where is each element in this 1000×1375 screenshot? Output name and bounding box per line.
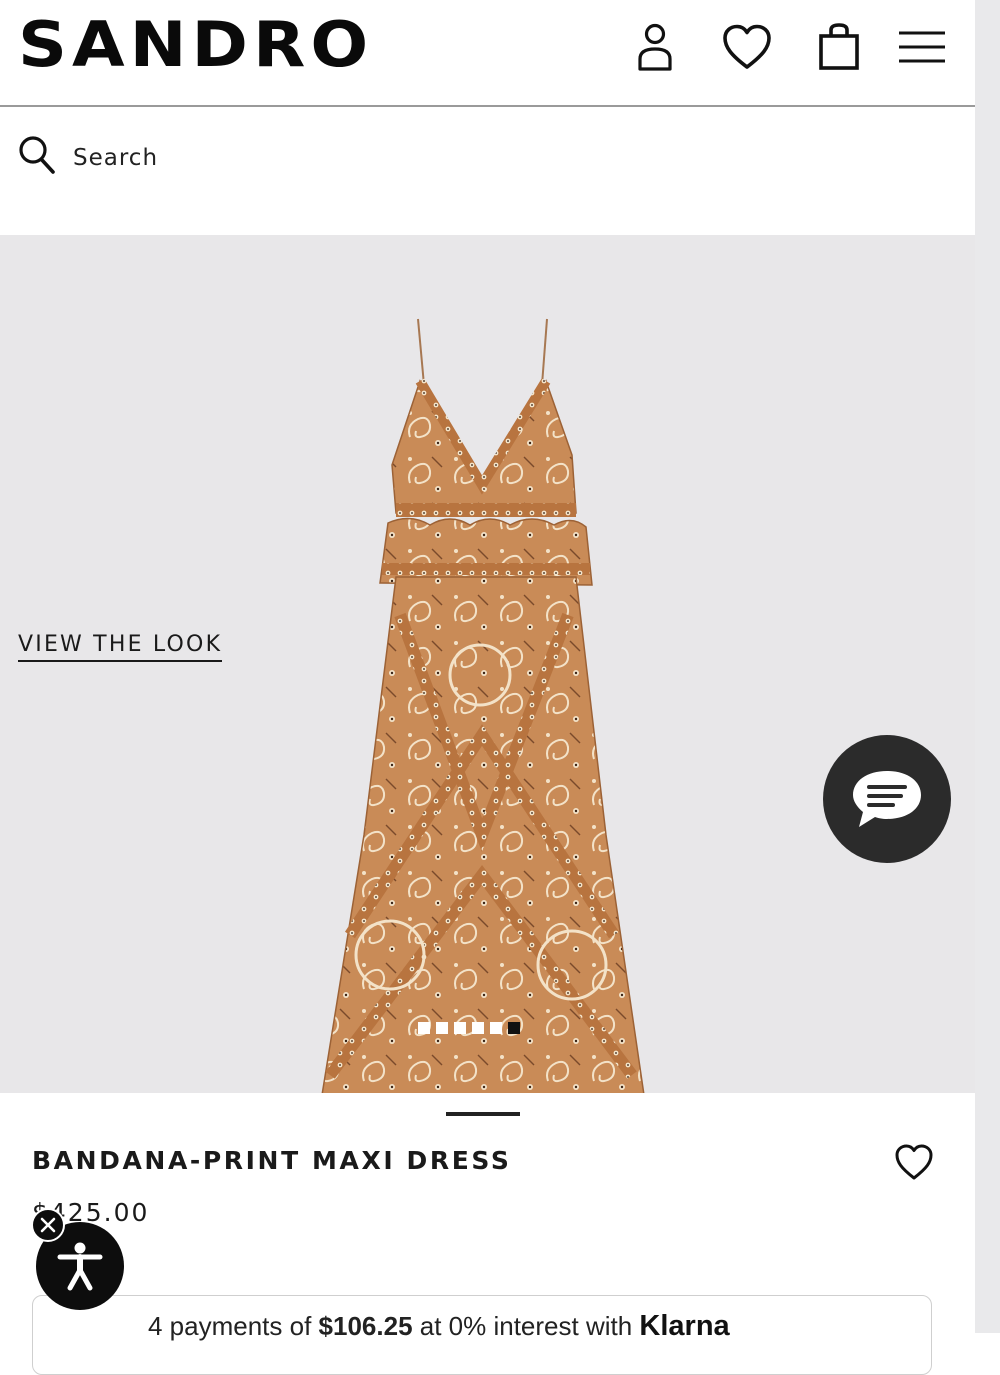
carousel-dot[interactable] — [490, 1022, 502, 1034]
sheet-drag-handle[interactable] — [446, 1112, 520, 1116]
menu-button[interactable] — [895, 20, 949, 74]
site-header: SANDRO — [0, 0, 975, 107]
accessibility-icon — [57, 1242, 103, 1291]
search-bar[interactable]: Search — [0, 107, 975, 235]
carousel-indicators — [418, 1022, 520, 1034]
close-accessibility-button[interactable] — [31, 1208, 65, 1242]
cart-button[interactable] — [812, 20, 866, 74]
shopping-bag-icon — [819, 23, 859, 70]
klarna-installments-banner[interactable]: 4 payments of $106.25 at 0% interest wit… — [32, 1295, 932, 1375]
product-image-carousel[interactable]: VIEW THE LOOK — [0, 235, 975, 1093]
carousel-dot[interactable] — [472, 1022, 484, 1034]
account-icon — [638, 23, 672, 71]
chat-bubble-icon — [853, 771, 921, 827]
close-icon — [40, 1217, 56, 1233]
klarna-logo: Klarna — [639, 1310, 730, 1342]
add-to-wishlist-icon[interactable] — [893, 1142, 935, 1182]
carousel-dot[interactable] — [436, 1022, 448, 1034]
klarna-prefix: 4 payments of — [148, 1311, 319, 1341]
carousel-dot[interactable] — [418, 1022, 430, 1034]
search-icon[interactable] — [18, 135, 56, 175]
view-the-look-link[interactable]: VIEW THE LOOK — [18, 632, 223, 662]
wishlist-icon — [723, 24, 771, 69]
menu-icon — [899, 31, 945, 63]
dress-image — [321, 318, 645, 1093]
product-title: BANDANA-PRINT MAXI DRESS — [32, 1146, 512, 1175]
account-button[interactable] — [628, 20, 682, 74]
carousel-dot-active[interactable] — [508, 1022, 520, 1034]
page-edge — [975, 0, 1000, 1333]
klarna-message: 4 payments of $106.25 at 0% interest wit… — [148, 1310, 730, 1343]
chat-button[interactable] — [823, 735, 951, 863]
search-input[interactable]: Search — [73, 145, 158, 171]
brand-logo[interactable]: SANDRO — [18, 9, 373, 83]
klarna-amount: $106.25 — [318, 1311, 413, 1341]
carousel-dot[interactable] — [454, 1022, 466, 1034]
wishlist-button[interactable] — [720, 20, 774, 74]
klarna-middle: at 0% interest with — [412, 1311, 640, 1341]
